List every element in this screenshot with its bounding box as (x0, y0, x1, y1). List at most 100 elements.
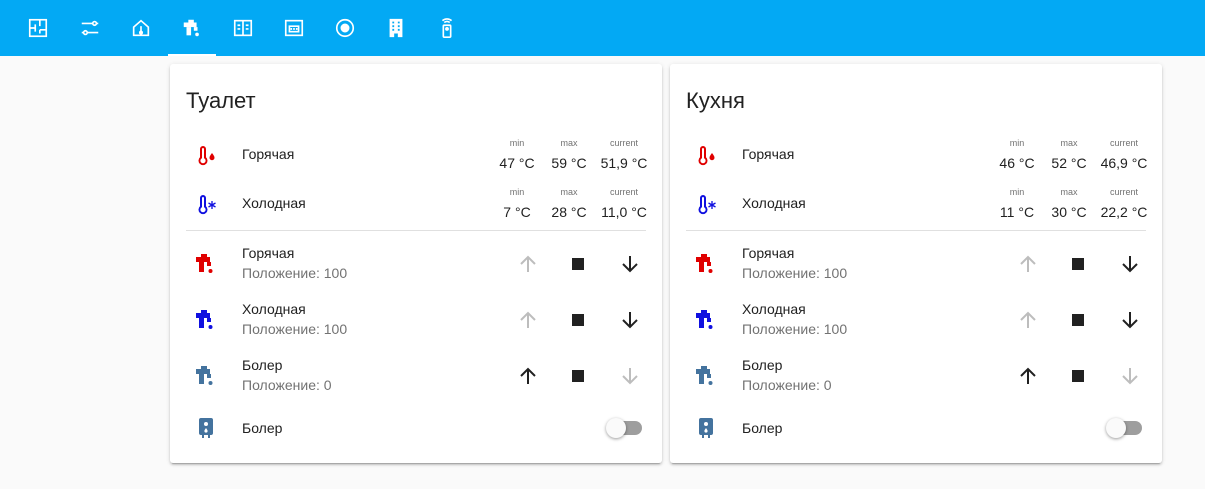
close-cover-button[interactable] (1116, 306, 1144, 334)
stop-cover-button[interactable] (564, 250, 592, 278)
valve-name: Холодная (242, 301, 306, 317)
stop-icon (1072, 314, 1084, 326)
sensor-name: Горячая (742, 146, 795, 162)
card-title: Туалет (186, 88, 256, 113)
open-cover-button[interactable] (514, 362, 542, 390)
robot-vacuum-icon (335, 18, 355, 38)
arrow-down-icon (622, 368, 638, 385)
arrow-up-icon (1020, 367, 1036, 384)
stat-current: current 22,2 °C (1100, 187, 1148, 220)
tab-power[interactable] (219, 0, 267, 56)
remote-icon (441, 18, 453, 38)
open-cover-button[interactable] (514, 306, 542, 334)
stat-current: current 46,9 °C (1100, 138, 1148, 171)
top-toolbar (0, 0, 1205, 56)
arrow-down-icon (1122, 312, 1138, 329)
sensor-name: Горячая (242, 146, 295, 162)
sensor-row-cold[interactable]: Холодная min 7 °C max 28 °C current 11,0 °C (186, 187, 647, 221)
stop-cover-button[interactable] (1064, 306, 1092, 334)
valve-row-boiler: Болер Положение: 0 (686, 356, 1146, 396)
sensor-row-hot[interactable]: Горячая min 46 °C max 52 °C current 46,9 °C (686, 138, 1148, 172)
valve-row-cold: Холодная Положение: 100 (186, 300, 646, 340)
thermometer-cold-icon (194, 192, 218, 216)
close-cover-button[interactable] (616, 250, 644, 278)
close-cover-button[interactable] (1116, 362, 1144, 390)
valve-name: Горячая (742, 245, 795, 261)
close-cover-button[interactable] (616, 306, 644, 334)
open-cover-button[interactable] (1014, 362, 1042, 390)
switch-name: Болер (242, 420, 283, 436)
tab-vacuum[interactable] (321, 0, 369, 56)
home-thermometer-icon (132, 19, 150, 37)
sensor-row-hot[interactable]: Горячая min 47 °C max 59 °C current 51,9 °C (186, 138, 647, 172)
card-toilet: Туалет Горячая min 47 °C max 59 °C current… (170, 64, 662, 463)
close-cover-button[interactable] (1116, 250, 1144, 278)
stop-icon (572, 258, 584, 270)
stat-min: min 11 °C (999, 187, 1035, 220)
sensor-name: Холодная (242, 195, 306, 211)
valve-position: Положение: 100 (242, 321, 348, 337)
valve-name: Болер (242, 357, 283, 373)
sensor-row-cold[interactable]: Холодная min 11 °C max 30 °C current 22,2 °… (686, 187, 1148, 221)
stat-max: max 30 °C (1051, 187, 1087, 220)
tab-water[interactable] (168, 0, 216, 56)
arrow-down-icon (622, 256, 638, 273)
stop-icon (572, 370, 584, 382)
stop-cover-button[interactable] (564, 306, 592, 334)
tab-remote[interactable] (423, 0, 471, 56)
arrow-down-icon (622, 312, 638, 329)
tab-settings[interactable] (66, 0, 114, 56)
switch-name: Болер (742, 420, 783, 436)
water-boiler-icon[interactable] (194, 416, 218, 440)
stat-max: max 52 °C (1051, 138, 1087, 171)
stat-current: current 11,0 °C (601, 187, 647, 220)
tab-home[interactable] (117, 0, 165, 56)
stop-cover-button[interactable] (564, 362, 592, 390)
stat-max: max 59 °C (551, 138, 587, 171)
thermometer-cold-icon (694, 192, 718, 216)
valve-row-cold: Холодная Положение: 100 (686, 300, 1146, 340)
switch-row-boiler: Болер (686, 414, 1146, 442)
valve-position: Положение: 0 (242, 377, 332, 393)
valve-position: Положение: 100 (742, 265, 848, 281)
open-cover-button[interactable] (1014, 250, 1042, 278)
card-title: Кухня (686, 88, 745, 113)
valve-row-hot: Горячая Положение: 100 (186, 244, 646, 284)
water-valve-boiler-icon[interactable] (194, 364, 218, 388)
valve-position: Положение: 100 (742, 321, 848, 337)
tab-network[interactable] (270, 0, 318, 56)
water-valve-hot-icon[interactable] (194, 252, 218, 276)
arrow-up-icon (520, 255, 536, 272)
switch-row-boiler: Болер (186, 414, 646, 442)
valve-position: Положение: 0 (742, 377, 832, 393)
valve-row-boiler: Болер Положение: 0 (186, 356, 646, 396)
stat-min: min 47 °C (499, 138, 535, 171)
valve-position: Положение: 100 (242, 265, 348, 281)
tab-floorplan[interactable] (14, 0, 62, 56)
valve-name: Горячая (242, 245, 295, 261)
floorplan-icon (28, 18, 48, 38)
thermometer-hot-icon (694, 143, 718, 167)
water-boiler-icon[interactable] (694, 416, 718, 440)
boiler-toggle[interactable] (1106, 417, 1142, 438)
water-valve-boiler-icon[interactable] (694, 364, 718, 388)
water-valve-hot-icon[interactable] (694, 252, 718, 276)
power-panel-icon (233, 19, 253, 37)
open-cover-button[interactable] (1014, 306, 1042, 334)
stop-cover-button[interactable] (1064, 250, 1092, 278)
valve-name: Холодная (742, 301, 806, 317)
stop-cover-button[interactable] (1064, 362, 1092, 390)
water-tap-icon (183, 19, 199, 37)
close-cover-button[interactable] (616, 362, 644, 390)
network-switch-icon (284, 19, 304, 37)
stop-icon (572, 314, 584, 326)
thermometer-hot-icon (194, 143, 218, 167)
open-cover-button[interactable] (514, 250, 542, 278)
divider (186, 230, 646, 231)
arrow-up-icon (1020, 255, 1036, 272)
water-valve-cold-icon[interactable] (194, 308, 218, 332)
tab-building[interactable] (372, 0, 420, 56)
water-valve-cold-icon[interactable] (694, 308, 718, 332)
stat-max: max 28 °C (551, 187, 587, 220)
boiler-toggle[interactable] (606, 417, 642, 438)
